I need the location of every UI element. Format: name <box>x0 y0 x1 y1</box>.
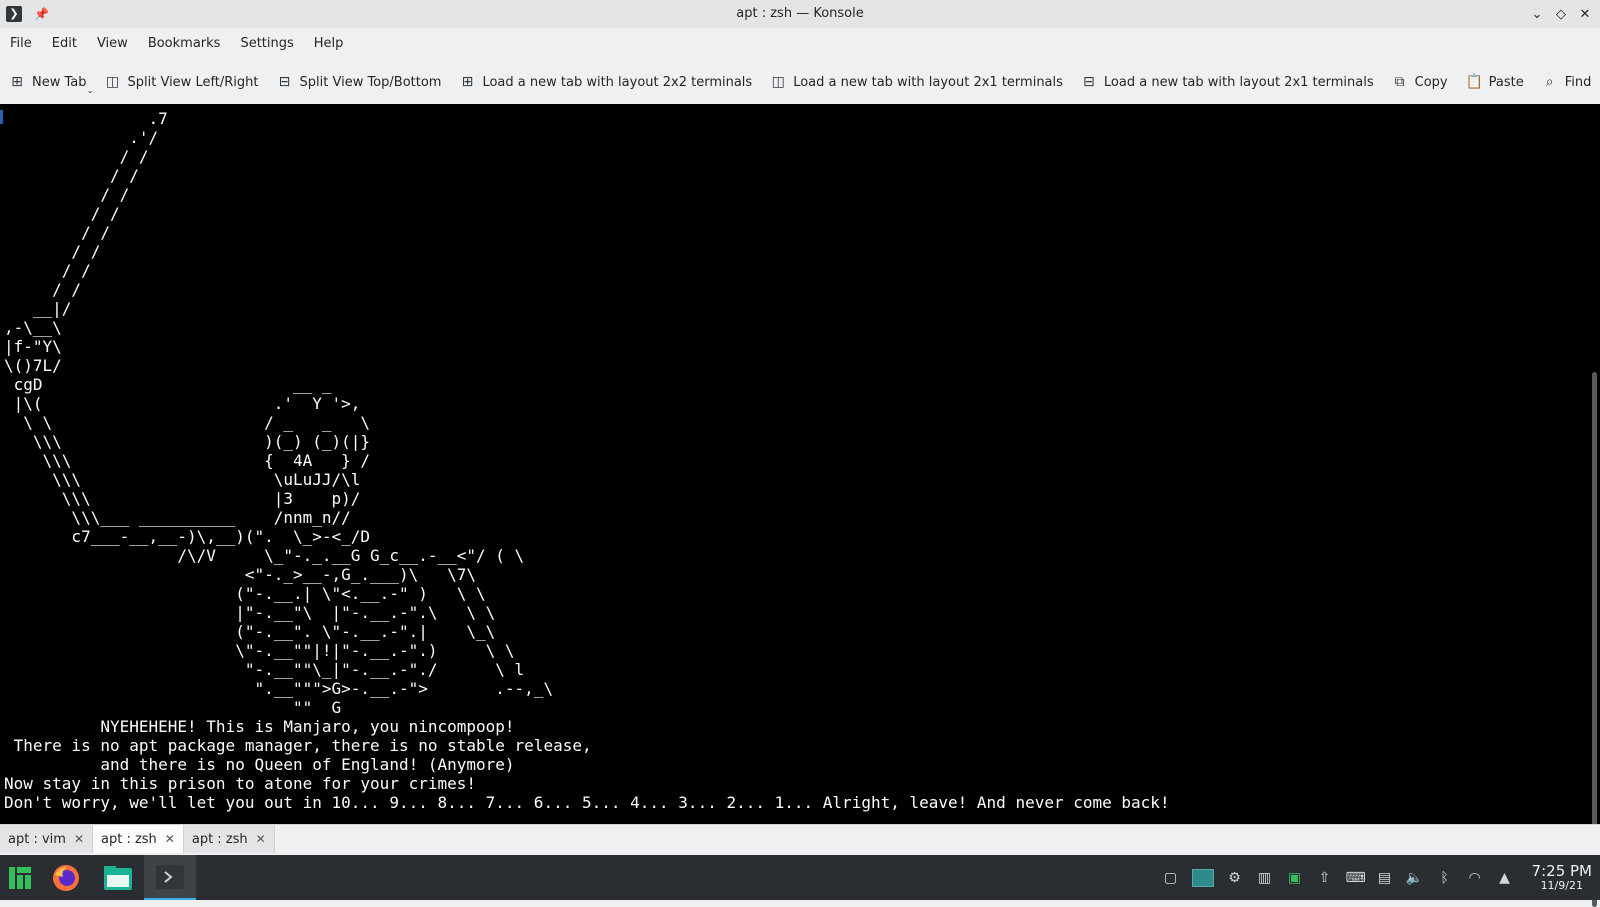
show-hidden-icon[interactable]: ▲ <box>1496 870 1514 886</box>
layout-2x2-label: Load a new tab with layout 2x2 terminals <box>482 74 753 90</box>
konsole-icon[interactable] <box>144 855 196 900</box>
close-tab-icon[interactable]: ✕ <box>74 832 84 846</box>
tab-apt-vim[interactable]: apt : vim ✕ <box>0 825 93 853</box>
new-tab-label: New Tab <box>32 74 87 90</box>
window-title: apt : zsh — Konsole <box>736 6 864 21</box>
layout-2x1-label-a: Load a new tab with layout 2x1 terminals <box>793 74 1063 90</box>
activity-icon[interactable]: ▥ <box>1256 870 1274 886</box>
split-horizontal-icon: ⊟ <box>278 74 291 90</box>
menu-bookmarks[interactable]: Bookmarks <box>138 28 231 60</box>
paste-button[interactable]: 📋 Paste <box>1457 67 1533 97</box>
window-controls: ⌄ ◇ ✕ <box>1530 0 1592 28</box>
split-vertical-icon: ◫ <box>105 74 120 90</box>
menu-view[interactable]: View <box>87 28 138 60</box>
package-updates-icon[interactable]: ▣ <box>1286 870 1304 886</box>
pin-icon[interactable]: 📌 <box>34 7 49 21</box>
terminal-prompt-icon[interactable]: ❯ <box>6 6 22 22</box>
copy-button[interactable]: ⧉ Copy <box>1383 67 1457 97</box>
menu-edit[interactable]: Edit <box>42 28 87 60</box>
find-label: Find <box>1564 74 1592 90</box>
file-manager-icon[interactable] <box>92 855 144 900</box>
title-bar: ❯ 📌 apt : zsh — Konsole ⌄ ◇ ✕ <box>0 0 1600 28</box>
layout-2x2-icon: ⊞ <box>461 74 474 90</box>
layout-2x1-label-b: Load a new tab with layout 2x1 terminals <box>1103 74 1374 90</box>
new-tab-icon: ⊞ <box>11 74 23 90</box>
terminal-output[interactable]: .7 .'/ / / / / / / / / / / / / / / / / _… <box>4 109 1170 812</box>
terminal-icon[interactable]: ⌨ <box>1346 870 1366 886</box>
tab-label: apt : zsh <box>191 831 248 847</box>
terminal-view[interactable]: .7 .'/ / / / / / / / / / / / / / / / / _… <box>0 104 1600 907</box>
new-tab-button[interactable]: ⊞ New Tab ⌄ <box>0 67 96 97</box>
search-icon: ⌕ <box>1545 74 1554 90</box>
close-tab-icon[interactable]: ✕ <box>256 832 266 846</box>
layout-2x2-button[interactable]: ⊞ Load a new tab with layout 2x2 termina… <box>450 67 761 97</box>
volume-icon[interactable]: 🔈 <box>1406 870 1424 886</box>
layout-2x1-vertical-icon: ◫ <box>771 74 785 90</box>
system-tray: ▢ ⚙ ▥ ▣ ⇧ ⌨ ▤ 🔈 ᛒ ◠ ▲ 7:25 PM 11/9/21 <box>1162 863 1600 892</box>
split-top-bottom-button[interactable]: ⊟ Split View Top/Bottom <box>268 67 451 97</box>
bluetooth-icon[interactable]: ᛒ <box>1436 870 1454 886</box>
dropdown-arrow-icon: ⌄ <box>86 86 94 95</box>
desktop-2-icon[interactable] <box>1191 868 1214 887</box>
split-left-right-label: Split View Left/Right <box>127 74 259 90</box>
network-settings-icon[interactable]: ⚙ <box>1226 870 1244 886</box>
desktop-1-icon[interactable]: ▢ <box>1162 870 1180 886</box>
tab-apt-zsh-active[interactable]: apt : zsh ✕ <box>93 825 184 853</box>
maximize-icon[interactable]: ◇ <box>1554 7 1568 22</box>
menu-settings[interactable]: Settings <box>230 28 303 60</box>
terminal-cursor <box>0 110 3 124</box>
layout-2x1-horizontal-icon: ⊟ <box>1083 74 1095 90</box>
paste-icon: 📋 <box>1465 74 1484 90</box>
tab-apt-zsh[interactable]: apt : zsh ✕ <box>183 825 275 853</box>
copy-icon: ⧉ <box>1394 74 1405 90</box>
tab-label: apt : zsh <box>101 831 157 847</box>
clock-time: 7:25 PM <box>1531 862 1592 880</box>
close-tab-icon[interactable]: ✕ <box>165 832 175 846</box>
split-top-bottom-label: Split View Top/Bottom <box>299 74 442 90</box>
update-arrow-icon[interactable]: ⇧ <box>1316 870 1334 886</box>
paste-label: Paste <box>1488 74 1524 90</box>
close-icon[interactable]: ✕ <box>1578 7 1592 22</box>
toolbar: ⊞ New Tab ⌄ ◫ Split View Left/Right ⊟ Sp… <box>0 60 1600 105</box>
find-button[interactable]: ⌕ Find <box>1533 67 1600 97</box>
tab-label: apt : vim <box>8 831 66 847</box>
clipboard-icon[interactable]: ▤ <box>1376 870 1394 886</box>
menu-bar: File Edit View Bookmarks Settings Help <box>0 28 1600 60</box>
menu-file[interactable]: File <box>0 28 42 60</box>
manjaro-logo-icon[interactable] <box>0 855 40 900</box>
split-left-right-button[interactable]: ◫ Split View Left/Right <box>96 67 268 97</box>
menu-help[interactable]: Help <box>304 28 354 60</box>
layout-2x1-button-a[interactable]: ◫ Load a new tab with layout 2x1 termina… <box>761 67 1072 97</box>
minimize-icon[interactable]: ⌄ <box>1530 7 1544 22</box>
clock[interactable]: 7:25 PM 11/9/21 <box>1532 863 1592 892</box>
layout-2x1-button-b[interactable]: ⊟ Load a new tab with layout 2x1 termina… <box>1072 67 1383 97</box>
wifi-icon[interactable]: ◠ <box>1466 870 1484 886</box>
tab-bar: apt : vim ✕ apt : zsh ✕ apt : zsh ✕ <box>0 824 1600 856</box>
firefox-icon[interactable] <box>40 855 92 900</box>
clock-date: 11/9/21 <box>1540 879 1583 892</box>
copy-label: Copy <box>1414 74 1448 90</box>
taskbar: ▢ ⚙ ▥ ▣ ⇧ ⌨ ▤ 🔈 ᛒ ◠ ▲ 7:25 PM 11/9/21 <box>0 855 1600 900</box>
